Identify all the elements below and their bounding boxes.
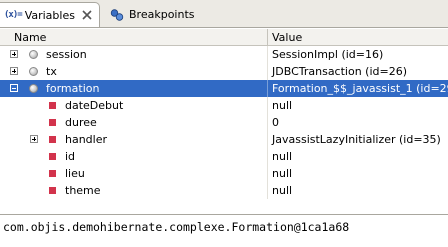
variable-value: null — [272, 99, 293, 112]
expand-plus-icon[interactable] — [10, 50, 18, 58]
tree-row-id[interactable]: id null — [0, 148, 448, 165]
breakpoints-icon — [110, 8, 124, 21]
detail-text[interactable]: com.objis.demohibernate.complexe.Formati… — [3, 220, 349, 234]
variable-value: null — [272, 184, 293, 197]
column-value-header[interactable]: Value — [272, 31, 302, 44]
variable-name: duree — [65, 116, 97, 129]
private-field-icon — [49, 170, 56, 177]
private-field-icon — [49, 119, 56, 126]
tab-breakpoints-label: Breakpoints — [129, 8, 195, 21]
detail-pane[interactable]: com.objis.demohibernate.complexe.Formati… — [0, 214, 448, 247]
private-field-icon — [49, 187, 56, 194]
variable-value: 0 — [272, 116, 279, 129]
column-name-header[interactable]: Name — [14, 31, 46, 44]
variable-name: dateDebut — [65, 99, 124, 112]
column-divider[interactable] — [267, 29, 268, 45]
private-field-icon — [49, 102, 56, 109]
close-icon[interactable] — [81, 9, 93, 21]
variable-value: Formation_$$_javassist_1 (id=29) — [272, 82, 448, 95]
tree-row-formation[interactable]: formation Formation_$$_javassist_1 (id=2… — [0, 80, 448, 97]
expand-plus-icon[interactable] — [30, 135, 38, 143]
field-circle-icon — [29, 50, 38, 59]
tab-variables-label: Variables — [24, 8, 75, 22]
field-circle-icon — [29, 67, 38, 76]
tree-row-duree[interactable]: duree 0 — [0, 114, 448, 131]
variable-name: tx — [46, 65, 57, 78]
view-tab-bar: (x)= Variables Breakpoints — [0, 0, 448, 28]
variable-value: JavassistLazyInitializer (id=35) — [272, 133, 441, 146]
tree-row-theme[interactable]: theme null — [0, 182, 448, 199]
private-field-icon — [49, 153, 56, 160]
variable-value: SessionImpl (id=16) — [272, 48, 384, 61]
variable-name: id — [65, 150, 76, 163]
collapse-minus-icon[interactable] — [10, 84, 18, 92]
variable-value: null — [272, 150, 293, 163]
variable-name: lieu — [65, 167, 85, 180]
variables-tree: session SessionImpl (id=16) tx JDBCTrans… — [0, 46, 448, 199]
variable-name: theme — [65, 184, 101, 197]
variable-value: JDBCTransaction (id=26) — [272, 65, 408, 78]
variables-icon: (x)= — [4, 10, 23, 20]
tree-row-session[interactable]: session SessionImpl (id=16) — [0, 46, 448, 63]
tree-row-tx[interactable]: tx JDBCTransaction (id=26) — [0, 63, 448, 80]
expand-plus-icon[interactable] — [10, 67, 18, 75]
variable-value: null — [272, 167, 293, 180]
variable-name: handler — [65, 133, 108, 146]
tab-breakpoints[interactable]: Breakpoints — [106, 2, 236, 27]
tree-row-dateDebut[interactable]: dateDebut null — [0, 97, 448, 114]
variable-name: session — [46, 48, 87, 61]
field-circle-icon — [29, 84, 38, 93]
tab-variables[interactable]: (x)= Variables — [0, 2, 100, 27]
private-field-icon — [49, 136, 56, 143]
tree-row-handler[interactable]: handler JavassistLazyInitializer (id=35) — [0, 131, 448, 148]
column-header: Name Value — [0, 29, 448, 46]
variable-name: formation — [46, 82, 100, 95]
tree-row-lieu[interactable]: lieu null — [0, 165, 448, 182]
